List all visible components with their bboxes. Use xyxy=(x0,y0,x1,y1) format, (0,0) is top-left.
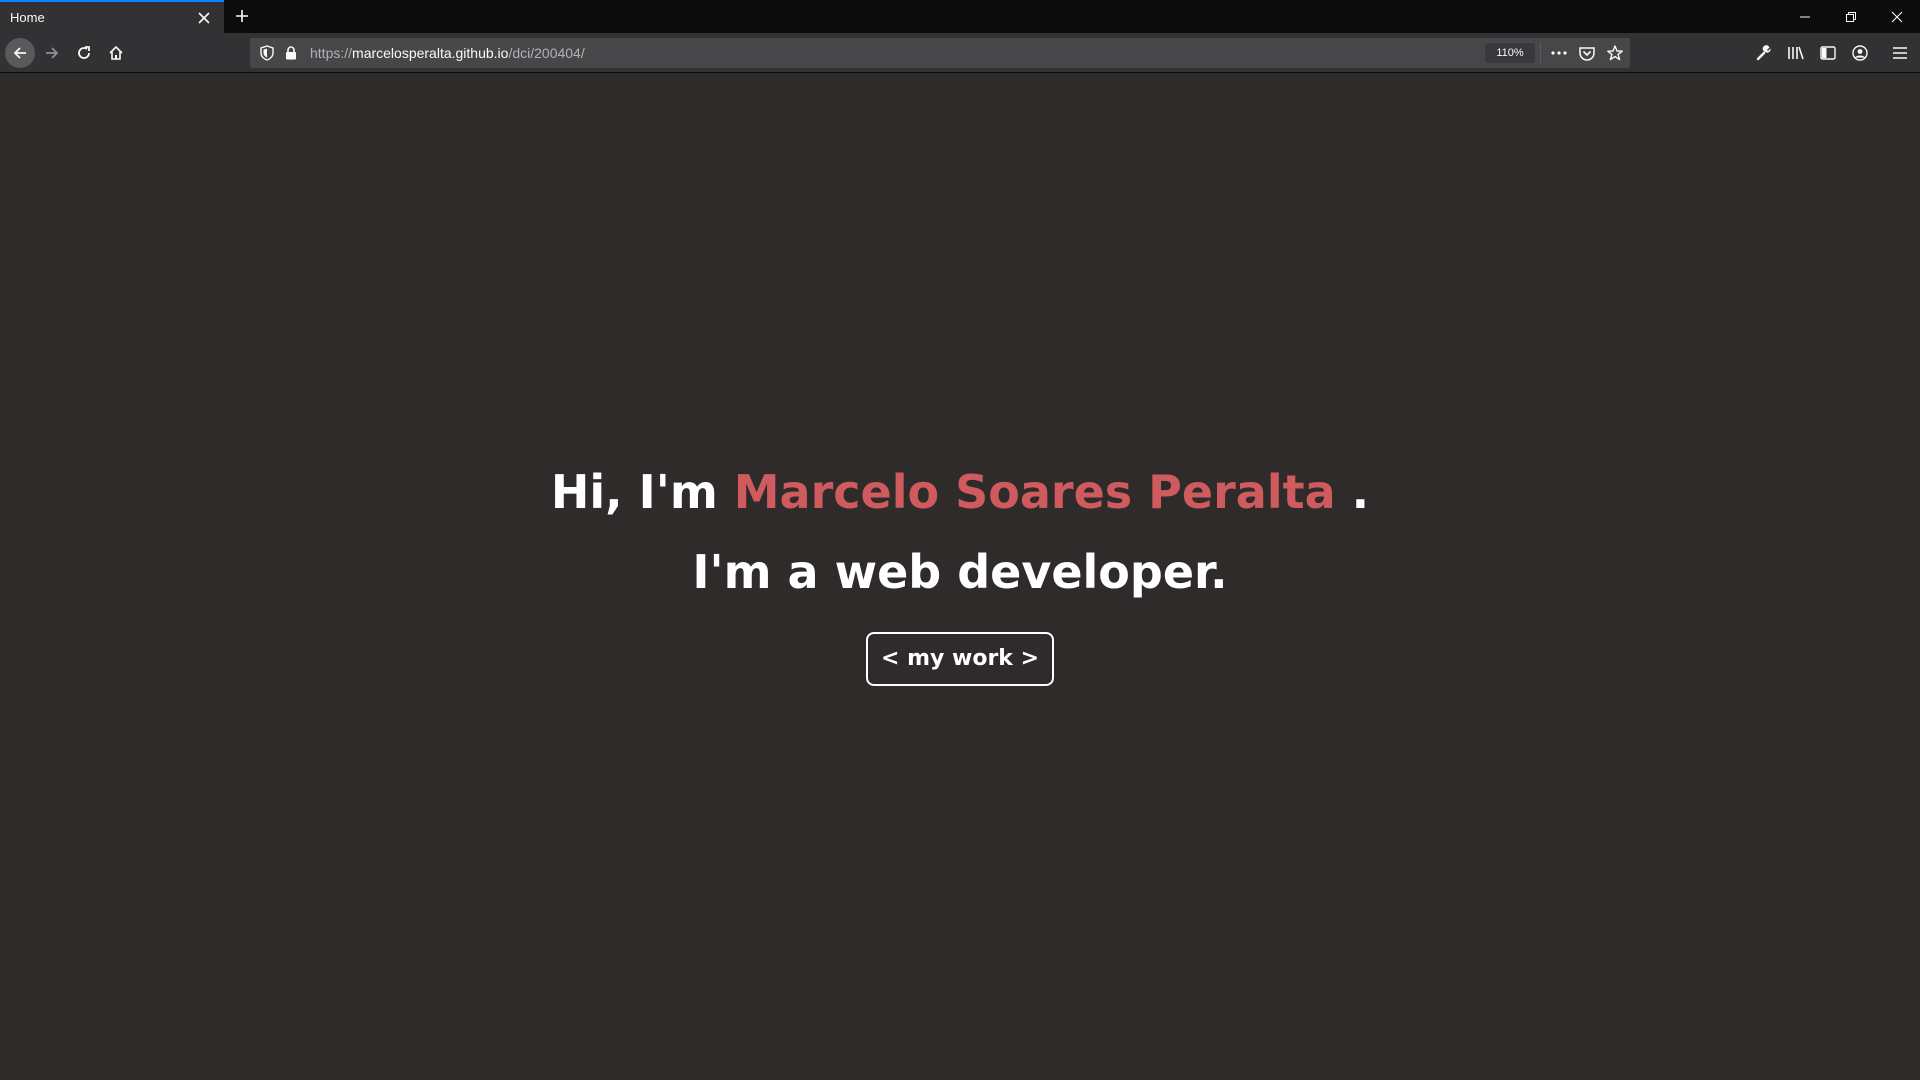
developer-name: Marcelo Soares Peralta xyxy=(733,465,1336,519)
library-icon[interactable] xyxy=(1785,42,1807,64)
home-icon[interactable] xyxy=(101,38,131,68)
greeting-period: . xyxy=(1351,465,1370,519)
url-bar[interactable]: https://marcelosperalta.github.io/dci/20… xyxy=(250,38,1630,68)
star-icon[interactable] xyxy=(1604,42,1626,64)
close-window-icon[interactable] xyxy=(1874,0,1920,33)
url-host: marcelosperalta.github.io xyxy=(352,45,509,61)
greeting-heading: Hi, I'm Marcelo Soares Peralta . xyxy=(0,462,1920,522)
account-icon[interactable] xyxy=(1849,42,1871,64)
arrow-right-icon[interactable] xyxy=(37,38,67,68)
tagline: I'm a web developer. xyxy=(692,545,1228,599)
pocket-icon[interactable] xyxy=(1576,42,1598,64)
url-path: /dci/200404/ xyxy=(508,45,585,61)
shield-icon[interactable] xyxy=(256,42,278,64)
hero: Hi, I'm Marcelo Soares Peralta . I'm a w… xyxy=(0,462,1920,686)
minimize-icon[interactable] xyxy=(1782,0,1828,33)
close-icon[interactable] xyxy=(194,8,214,28)
hamburger-icon[interactable] xyxy=(1889,42,1911,64)
url-text[interactable]: https://marcelosperalta.github.io/dci/20… xyxy=(310,38,585,68)
arrow-left-icon[interactable] xyxy=(5,38,35,68)
plus-icon[interactable] xyxy=(230,4,254,28)
tab-bar: Home xyxy=(0,0,1920,33)
tab-title: Home xyxy=(10,10,45,25)
zoom-level[interactable]: 110% xyxy=(1485,43,1535,63)
url-bar-divider xyxy=(1540,42,1541,64)
more-icon[interactable] xyxy=(1548,42,1570,64)
tab-home[interactable]: Home xyxy=(0,0,224,33)
page-content: Hi, I'm Marcelo Soares Peralta . I'm a w… xyxy=(0,74,1920,1080)
nav-toolbar: https://marcelosperalta.github.io/dci/20… xyxy=(0,33,1920,73)
reload-icon[interactable] xyxy=(69,38,99,68)
wrench-icon[interactable] xyxy=(1753,42,1775,64)
url-scheme: https:// xyxy=(310,45,353,61)
greeting-text: Hi, I'm xyxy=(550,465,718,519)
sidebar-icon[interactable] xyxy=(1817,42,1839,64)
restore-icon[interactable] xyxy=(1828,0,1874,33)
lock-icon[interactable] xyxy=(280,42,302,64)
my-work-button[interactable]: < my work > xyxy=(865,632,1055,686)
